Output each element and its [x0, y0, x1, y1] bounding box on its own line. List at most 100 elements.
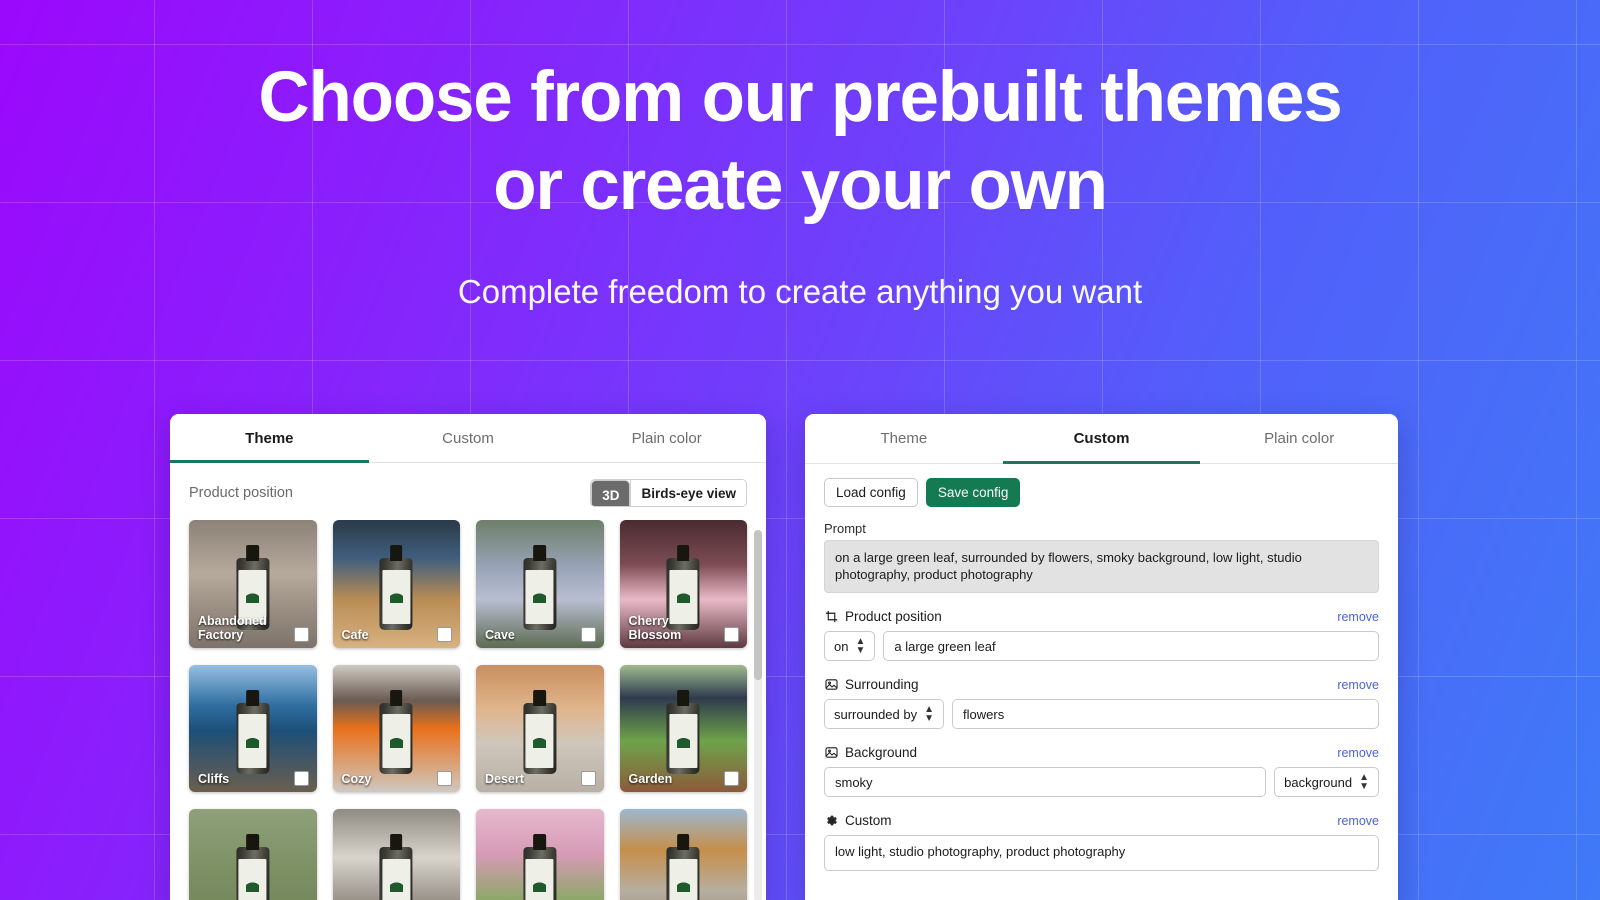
- product-position-row: on ▲ ▼ a large green leaf: [824, 631, 1379, 661]
- rtab-custom[interactable]: Custom: [1002, 414, 1201, 464]
- surrounding-row: surrounded by ▲ ▼ flowers: [824, 699, 1379, 729]
- theme-card[interactable]: Garden: [619, 664, 748, 792]
- save-config-button[interactable]: Save config: [925, 478, 1021, 507]
- tab-theme-label: Theme: [245, 429, 294, 447]
- view-option-3d-label: 3D: [602, 487, 620, 503]
- theme-card-checkbox[interactable]: [437, 771, 452, 786]
- theme-card-label: Abandoned Factory: [198, 613, 267, 642]
- theme-card-label: Cliffs: [198, 772, 230, 786]
- section-surrounding-header: Surrounding remove: [824, 677, 1379, 692]
- theme-grid-scrollbar[interactable]: [754, 530, 762, 900]
- theme-card[interactable]: [476, 809, 604, 900]
- bottle-label: [382, 714, 411, 769]
- section-background-header: Background remove: [824, 745, 1379, 760]
- prompt-textarea[interactable]: on a large green leaf, surrounded by flo…: [824, 540, 1379, 593]
- background-type-select[interactable]: background ▲ ▼: [1274, 767, 1379, 797]
- tab-plain-color-label: Plain color: [631, 429, 702, 447]
- page-title: Choose from our prebuilt themes or creat…: [0, 54, 1600, 230]
- custom-config-panel: Theme Custom Plain color Load config Sav…: [805, 414, 1398, 900]
- theme-card-caption: Cozy: [333, 765, 461, 792]
- load-config-button[interactable]: Load config: [824, 478, 918, 507]
- chevron-updown-icon: ▲ ▼: [1359, 772, 1369, 792]
- section-custom-label: Custom: [845, 813, 892, 828]
- theme-card-caption: Cafe: [333, 621, 461, 648]
- theme-card-label: Cafe: [341, 627, 369, 642]
- surrounding-preposition-select[interactable]: surrounded by ▲ ▼: [824, 699, 945, 729]
- remove-background-link[interactable]: remove: [1337, 746, 1379, 760]
- product-bottle: [236, 847, 270, 900]
- product-position-toolbar: Product position 3D Birds-eye view: [170, 463, 766, 520]
- section-custom-header: Custom remove: [824, 813, 1379, 828]
- theme-card-grid: Abandoned Factory Cafe Cave Cherry Blossom C…: [189, 520, 747, 900]
- left-panel-tabs: Theme Custom Plain color: [170, 414, 766, 463]
- section-surrounding-title: Surrounding: [824, 677, 919, 692]
- theme-card-checkbox[interactable]: [580, 771, 596, 786]
- theme-card[interactable]: Cave: [476, 520, 604, 648]
- product-bottle: [523, 847, 557, 900]
- chevron-updown-icon: ▲ ▼: [855, 636, 866, 656]
- section-product-position: Product position remove on ▲ ▼ a large gr…: [824, 609, 1379, 661]
- theme-card[interactable]: Cliffs: [189, 664, 317, 792]
- remove-product-position-link[interactable]: remove: [1337, 610, 1379, 624]
- bottle-label: [525, 714, 554, 769]
- tab-theme[interactable]: Theme: [170, 414, 369, 463]
- view-mode-segmented-control: 3D Birds-eye view: [590, 479, 747, 507]
- theme-card-checkbox[interactable]: [724, 626, 739, 642]
- section-background-label: Background: [845, 745, 918, 760]
- scrollbar-thumb[interactable]: [754, 530, 762, 680]
- product-position-preposition-select[interactable]: on ▲ ▼: [824, 631, 876, 661]
- bottle-label: [525, 569, 554, 624]
- rtab-plain-color[interactable]: Plain color: [1200, 414, 1398, 463]
- product-position-input[interactable]: a large green leaf: [883, 631, 1379, 661]
- tab-plain-color[interactable]: Plain color: [567, 414, 766, 462]
- save-config-label: Save config: [937, 485, 1009, 500]
- product-bottle: [379, 558, 413, 630]
- custom-panel-body: Load config Save config Prompt on a larg…: [805, 464, 1398, 871]
- remove-custom-link[interactable]: remove: [1337, 814, 1379, 828]
- theme-card[interactable]: Cafe: [332, 520, 461, 648]
- chevron-updown-icon: ▲ ▼: [924, 704, 935, 724]
- bottle-label: [238, 714, 267, 769]
- remove-surrounding-link[interactable]: remove: [1337, 678, 1379, 692]
- theme-card[interactable]: Cherry Blossom: [619, 520, 747, 648]
- product-bottle: [379, 702, 413, 775]
- view-option-3d[interactable]: 3D: [591, 480, 631, 506]
- theme-card[interactable]: [619, 809, 747, 900]
- bottle-label: [525, 858, 554, 900]
- theme-card-checkbox[interactable]: [580, 626, 596, 642]
- theme-card-checkbox[interactable]: [293, 771, 309, 786]
- section-product-position-title: Product position: [824, 609, 942, 624]
- gear-icon: [824, 814, 838, 828]
- theme-card[interactable]: [189, 809, 317, 900]
- product-bottle: [666, 702, 700, 775]
- section-custom-title: Custom: [824, 813, 892, 828]
- hero-section: Choose from our prebuilt themes or creat…: [0, 54, 1600, 312]
- surrounding-input[interactable]: flowers: [952, 699, 1379, 729]
- bottle-label: [669, 714, 698, 769]
- tab-custom[interactable]: Custom: [369, 414, 568, 462]
- product-bottle: [379, 847, 413, 900]
- view-option-birds-eye[interactable]: Birds-eye view: [630, 480, 746, 506]
- section-product-position-label: Product position: [845, 609, 942, 624]
- section-surrounding: Surrounding remove surrounded by ▲ ▼ flow…: [824, 677, 1379, 729]
- theme-card[interactable]: Cozy: [332, 664, 461, 792]
- theme-card-label: Cave: [485, 627, 515, 642]
- section-product-position-header: Product position remove: [824, 609, 1379, 624]
- theme-card[interactable]: [332, 809, 460, 900]
- theme-card[interactable]: Abandoned Factory: [189, 520, 317, 648]
- theme-card-caption: Desert: [476, 765, 604, 792]
- theme-card-checkbox[interactable]: [724, 771, 739, 786]
- background-input[interactable]: smoky: [824, 767, 1267, 797]
- rtab-theme[interactable]: Theme: [805, 414, 1003, 463]
- page-title-line-2: or create your own: [493, 146, 1108, 225]
- custom-input[interactable]: low light, studio photography, product p…: [824, 835, 1379, 871]
- theme-card-checkbox[interactable]: [437, 626, 452, 642]
- theme-card-caption: Abandoned Factory: [189, 608, 317, 648]
- theme-card-checkbox[interactable]: [293, 626, 309, 642]
- product-bottle: [236, 702, 270, 775]
- config-button-row: Load config Save config: [824, 478, 1379, 507]
- theme-card-label: Cherry Blossom: [628, 613, 682, 642]
- theme-card-caption: Garden: [620, 765, 748, 792]
- theme-card[interactable]: Desert: [476, 664, 604, 792]
- rtab-theme-label: Theme: [880, 430, 928, 447]
